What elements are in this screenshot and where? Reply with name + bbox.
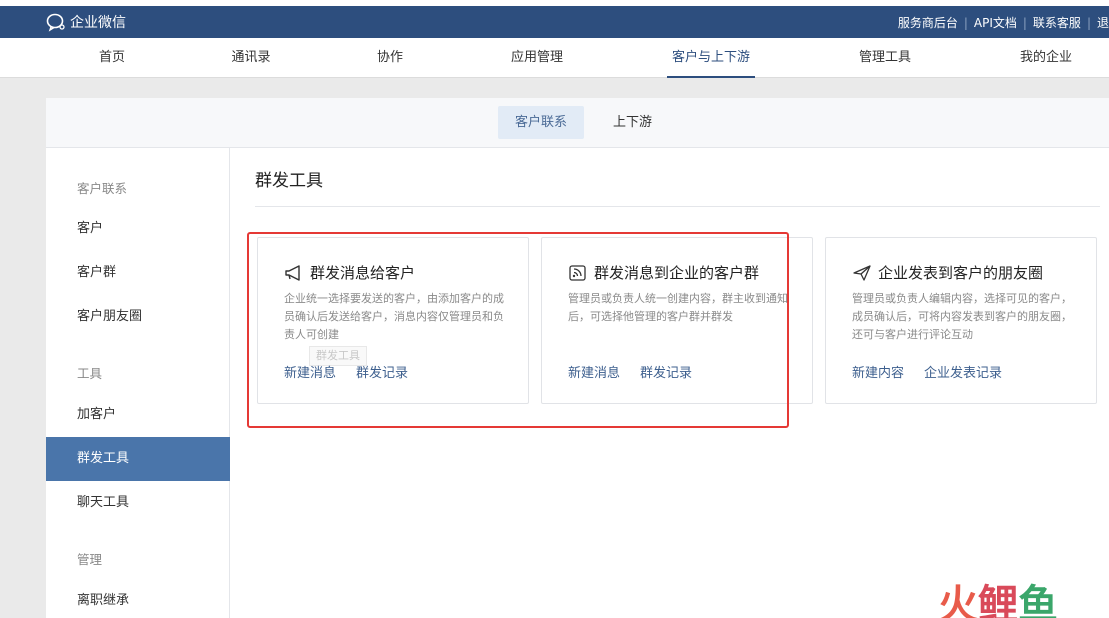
- nav-collaboration[interactable]: 协作: [372, 38, 408, 78]
- nav-customers-partners[interactable]: 客户与上下游: [667, 38, 755, 78]
- top-links: 服务商后台 | API文档 | 联系客服 | 退: [898, 14, 1109, 31]
- link-contact-support[interactable]: 联系客服: [1033, 14, 1081, 31]
- sub-tabs: 客户联系 上下游: [46, 98, 1109, 148]
- tab-upstream-downstream[interactable]: 上下游: [596, 106, 669, 139]
- watermark-char: 火: [938, 582, 978, 618]
- sidebar-item-customer-moments[interactable]: 客户朋友圈: [46, 295, 230, 339]
- sidebar-group-management: 管理: [77, 552, 103, 567]
- sidebar-item-chat-tools[interactable]: 聊天工具: [46, 481, 230, 525]
- highlight-annotation-box: [247, 232, 789, 428]
- separator: |: [1086, 15, 1091, 30]
- nav-home[interactable]: 首页: [92, 38, 132, 78]
- tab-customer-contact[interactable]: 客户联系: [498, 106, 585, 139]
- sidebar-group-tools: 工具: [77, 366, 103, 381]
- card-links: 新建内容 企业发表记录: [852, 362, 1022, 381]
- nav-contacts[interactable]: 通讯录: [228, 38, 274, 78]
- sidebar-item-add-customer[interactable]: 加客户: [46, 393, 230, 437]
- card-post-to-moments: 企业发表到客户的朋友圈 管理员或负责人编辑内容，选择可见的客户，成员确认后，可将…: [825, 237, 1097, 404]
- watermark-char: 鱼: [1018, 582, 1058, 618]
- sidebar: 客户联系 客户 客户群 客户朋友圈 工具 加客户 群发工具 聊天工具 管理 离职…: [46, 148, 230, 618]
- separator: |: [1022, 15, 1027, 30]
- nav-app-management[interactable]: 应用管理: [506, 38, 568, 78]
- card-title: 企业发表到客户的朋友圈: [878, 264, 1044, 282]
- nav-my-enterprise[interactable]: 我的企业: [1015, 38, 1077, 78]
- card-description: 管理员或负责人编辑内容，选择可见的客户，成员确认后，可将内容发表到客户的朋友圈，…: [852, 292, 1072, 341]
- watermark-logo: 火 鲤 鱼: [938, 572, 1058, 618]
- card-header: 企业发表到客户的朋友圈: [852, 262, 1043, 283]
- nav-management-tools[interactable]: 管理工具: [854, 38, 916, 78]
- divider: [255, 206, 1100, 207]
- new-content-link[interactable]: 新建内容: [852, 362, 904, 381]
- page-title: 群发工具: [255, 171, 323, 191]
- link-logout[interactable]: 退: [1097, 14, 1109, 31]
- post-history-link[interactable]: 企业发表记录: [924, 362, 1002, 381]
- paper-plane-icon: [853, 264, 871, 281]
- link-service-provider[interactable]: 服务商后台: [898, 14, 958, 31]
- sidebar-item-mass-messaging[interactable]: 群发工具: [46, 437, 230, 481]
- main-nav: 首页 通讯录 协作 应用管理 客户与上下游 管理工具 我的企业: [0, 38, 1109, 78]
- sidebar-item-customer-groups[interactable]: 客户群: [46, 251, 230, 295]
- sidebar-item-customers[interactable]: 客户: [46, 207, 230, 251]
- link-api-docs[interactable]: API文档: [974, 14, 1017, 31]
- sidebar-group-customer-contact: 客户联系: [77, 181, 128, 196]
- wecom-logo-icon: [46, 13, 65, 32]
- separator: |: [963, 15, 968, 30]
- watermark-char: 鲤: [978, 582, 1018, 618]
- brand-name: 企业微信: [70, 15, 126, 31]
- brand-logo[interactable]: 企业微信: [46, 12, 126, 32]
- top-bar: 企业微信 服务商后台 | API文档 | 联系客服 | 退: [0, 0, 1109, 38]
- sidebar-item-departure-inheritance[interactable]: 离职继承: [46, 579, 230, 618]
